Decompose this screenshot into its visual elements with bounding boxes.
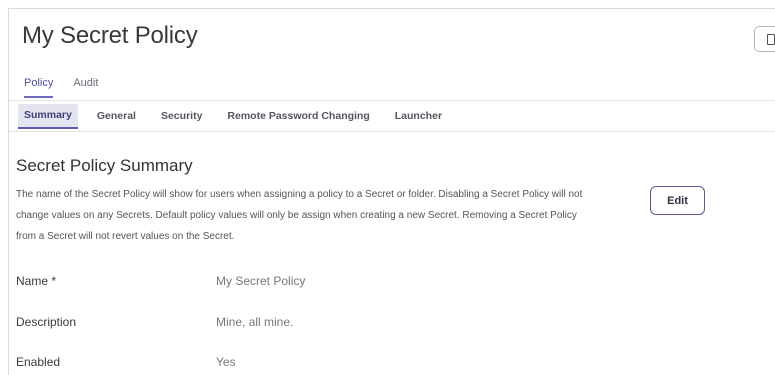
document-icon: [767, 33, 775, 45]
tabs-divider: [9, 100, 775, 101]
subtab-launcher[interactable]: Launcher: [389, 105, 448, 128]
tab-policy[interactable]: Policy: [24, 77, 54, 98]
section-description: The name of the Secret Policy will show …: [16, 189, 583, 242]
field-label-description: Description: [16, 315, 77, 329]
edit-button[interactable]: Edit: [650, 186, 705, 215]
field-value-description: Mine, all mine.: [216, 315, 294, 329]
subtab-security[interactable]: Security: [155, 105, 208, 128]
subtab-remote-password-changing[interactable]: Remote Password Changing: [221, 105, 375, 128]
subtab-summary[interactable]: Summary: [18, 104, 78, 129]
subtab-general[interactable]: General: [91, 105, 142, 128]
field-value-name: My Secret Policy: [216, 274, 306, 288]
document-button[interactable]: [754, 26, 775, 52]
field-value-enabled: Yes: [216, 355, 236, 369]
page-title: My Secret Policy: [22, 22, 198, 49]
field-label-name: Name *: [16, 274, 57, 288]
field-label-enabled: Enabled: [16, 355, 61, 369]
tab-audit[interactable]: Audit: [73, 77, 98, 98]
subtabs-divider: [9, 131, 775, 132]
main-tabs: Policy Audit: [24, 77, 98, 98]
section-title: Secret Policy Summary: [16, 156, 193, 175]
policy-subtabs: Summary General Security Remote Password…: [18, 104, 461, 129]
